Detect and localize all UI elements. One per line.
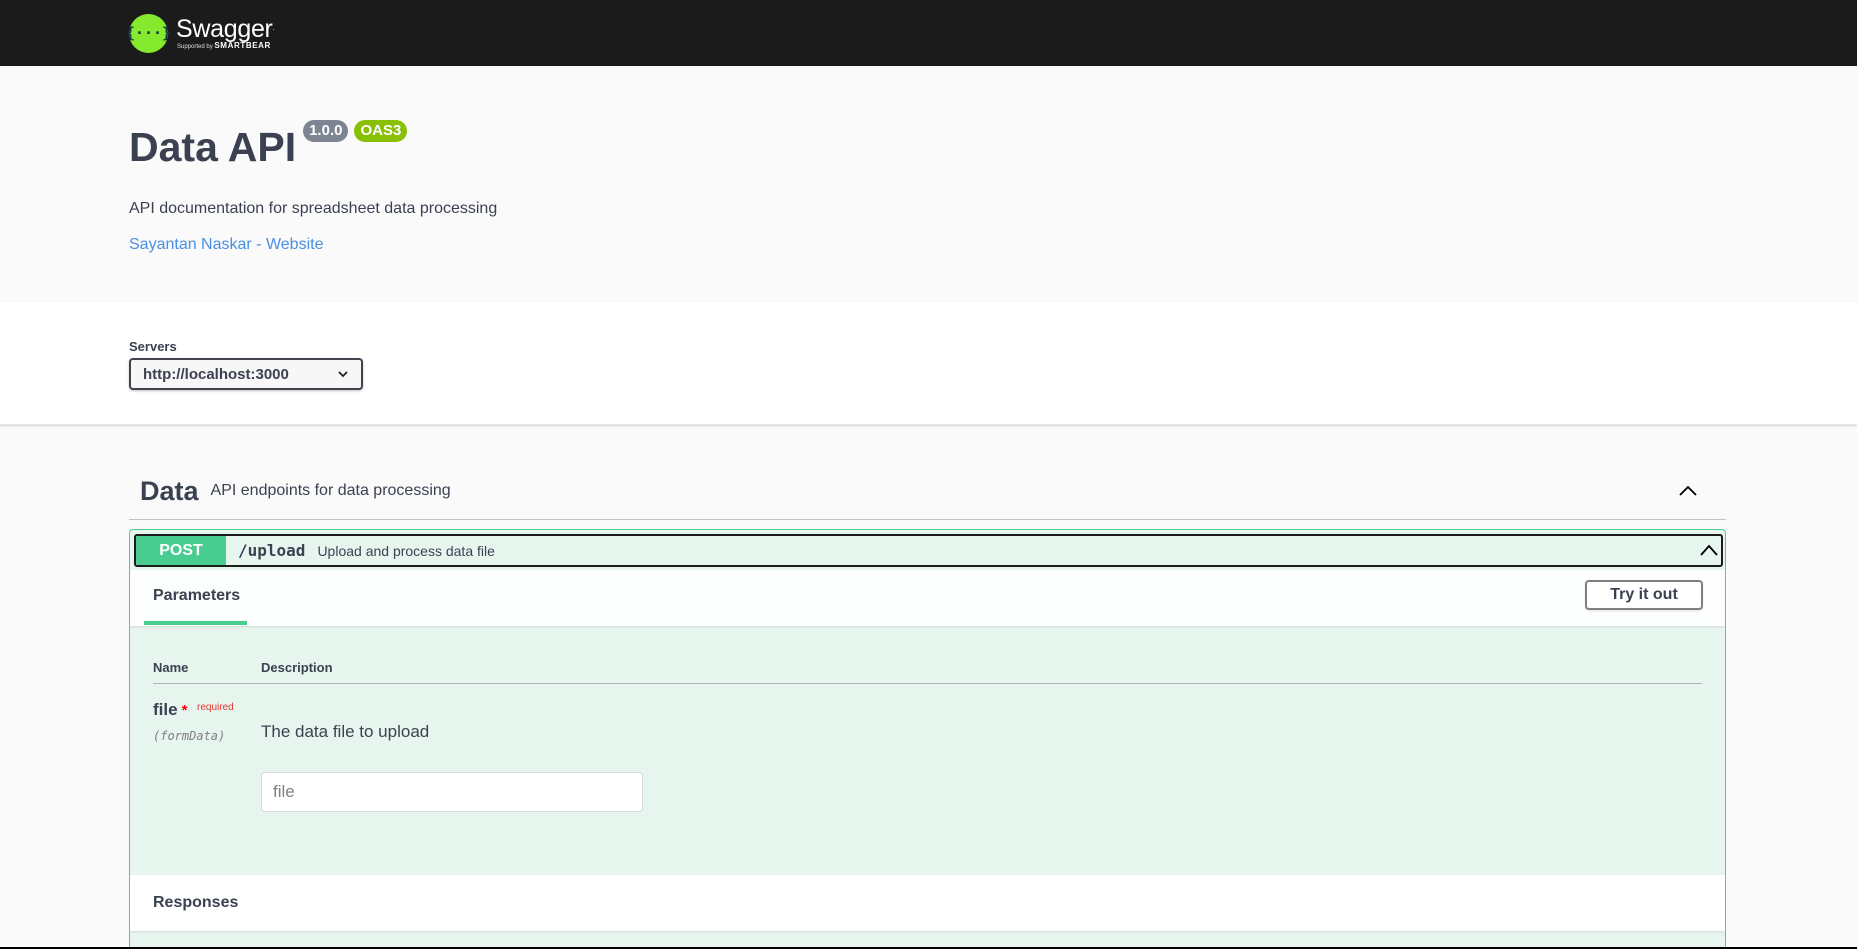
logo-subtitle: Supported by SMARTBEAR (177, 40, 274, 51)
operation-summary[interactable]: POST /upload Upload and process data fil… (134, 534, 1723, 567)
column-header-description: Description (261, 660, 333, 675)
logo-tm: . (272, 24, 275, 32)
required-star: * (181, 702, 188, 719)
chevron-up-icon[interactable] (1678, 483, 1698, 497)
api-title: Data API (129, 124, 297, 170)
swagger-logo[interactable]: {···} Swagger. Supported by SMARTBEAR (126, 13, 274, 53)
logo-sub-brand: SMARTBEAR (214, 40, 271, 50)
parameters-header: Parameters Try it out (130, 570, 1725, 626)
servers-select[interactable]: http://localhost:3000 (129, 358, 363, 390)
operation-summary-text: Upload and process data file (317, 542, 495, 559)
version-badge: 1.0.0 (303, 120, 349, 142)
oas-badge: OAS3 (354, 120, 408, 142)
servers-label: Servers (129, 339, 177, 354)
try-it-out-button[interactable]: Try it out (1585, 580, 1703, 610)
logo-text: Swagger. Supported by SMARTBEAR (176, 16, 274, 51)
param-name: file * (153, 700, 187, 720)
operation-path: /upload (238, 541, 306, 560)
servers-selected-value: http://localhost:3000 (143, 365, 289, 383)
api-description: API documentation for spreadsheet data p… (129, 200, 498, 217)
title-row: Data API 1.0.0 OAS3 (129, 120, 408, 174)
tag-description: API endpoints for data processing (210, 482, 451, 499)
responses-title: Responses (153, 894, 239, 911)
responses-header: Responses (130, 875, 1725, 931)
page: {···} Swagger. Supported by SMARTBEAR Da… (0, 0, 1857, 947)
tag-name: Data (140, 475, 199, 506)
swagger-logo-icon: {···} (126, 13, 171, 53)
header-divider (153, 683, 1702, 684)
method-badge: POST (136, 536, 226, 565)
param-name-text: file (153, 700, 178, 719)
param-description: The data file to upload (261, 722, 430, 741)
logo-sub-prefix: Supported by (177, 43, 213, 50)
chevron-down-icon (338, 371, 348, 378)
info-section: Data API 1.0.0 OAS3 API documentation fo… (0, 66, 1857, 302)
contact-link[interactable]: Sayantan Naskar - Website (129, 236, 323, 254)
param-required-label: required (197, 702, 234, 713)
topbar: {···} Swagger. Supported by SMARTBEAR (0, 0, 1857, 66)
servers-section: Servers http://localhost:3000 (0, 302, 1857, 425)
logo-name-text: Swagger (176, 14, 273, 43)
operation-block-post-upload: POST /upload Upload and process data fil… (129, 529, 1726, 947)
param-location: (formData) (153, 729, 226, 743)
tag-header[interactable]: Data API endpoints for data processing (129, 463, 1726, 520)
logo-name: Swagger. (176, 16, 274, 42)
tab-active-indicator (144, 621, 247, 625)
chevron-up-icon[interactable] (1699, 541, 1719, 557)
file-input[interactable]: file (261, 772, 643, 812)
column-header-name: Name (153, 660, 189, 675)
tab-parameters[interactable]: Parameters (153, 587, 240, 605)
